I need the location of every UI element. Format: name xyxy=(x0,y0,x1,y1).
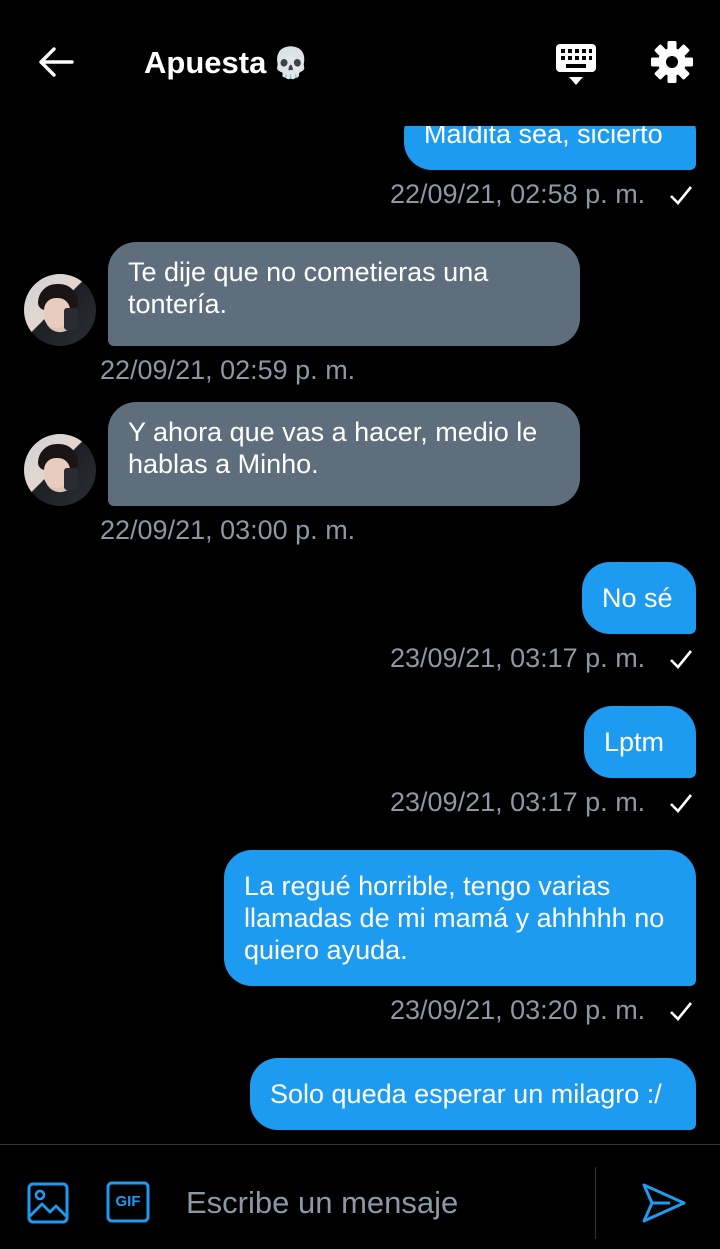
message-bubble-outgoing[interactable]: No sé xyxy=(582,562,696,634)
arrow-left-icon xyxy=(39,47,74,77)
keyboard-icon xyxy=(556,44,596,85)
message-text: Lptm xyxy=(604,727,665,757)
skull-emoji: 💀 xyxy=(272,47,310,80)
message-composer: GIF xyxy=(0,1144,720,1249)
gif-label: GIF xyxy=(115,1193,141,1210)
message-bubble-incoming[interactable]: Te dije que no cometieras una tontería. xyxy=(108,242,580,346)
message-text: La regué horrible, tengo varias llamadas… xyxy=(244,871,665,965)
message-timestamp: 23/09/21, 03:17 p. m. xyxy=(390,787,646,817)
avatar[interactable] xyxy=(24,274,96,346)
back-button[interactable] xyxy=(34,40,78,84)
message-bubble-outgoing[interactable]: La regué horrible, tengo varias llamadas… xyxy=(224,850,696,986)
keyboard-button[interactable] xyxy=(552,40,600,88)
sent-check-icon xyxy=(670,186,693,205)
message-timestamp: 23/09/21, 03:17 p. m. xyxy=(390,643,646,673)
message-timestamp: 22/09/21, 03:00 p. m. xyxy=(100,515,356,545)
message-input[interactable] xyxy=(184,1175,578,1231)
settings-button[interactable] xyxy=(648,38,696,86)
avatar[interactable] xyxy=(24,434,96,506)
sent-check-icon xyxy=(670,794,693,813)
message-timestamp: 22/09/21, 02:59 p. m. xyxy=(100,355,356,385)
conversation-header: Apuesta 💀 xyxy=(0,0,720,126)
conversation-title-text: Apuesta xyxy=(144,45,267,80)
add-image-button[interactable] xyxy=(26,1181,70,1225)
message-list: Maldita sea, sicierto 22/09/21, 02:58 p.… xyxy=(0,0,720,1144)
sent-check-icon xyxy=(670,650,693,669)
composer-divider xyxy=(595,1167,596,1239)
send-button[interactable] xyxy=(640,1181,688,1225)
image-icon xyxy=(27,1182,69,1224)
message-text: Y ahora que vas a hacer, medio le hablas… xyxy=(128,417,538,479)
add-gif-button[interactable]: GIF xyxy=(106,1181,150,1223)
message-text: Solo queda esperar un milagro :/ xyxy=(270,1079,662,1109)
conversation-title[interactable]: Apuesta 💀 xyxy=(144,44,310,83)
message-bubble-incoming[interactable]: Y ahora que vas a hacer, medio le hablas… xyxy=(108,402,580,506)
send-icon xyxy=(642,1183,686,1223)
message-bubble-outgoing[interactable]: Solo queda esperar un milagro :/ xyxy=(250,1058,696,1130)
message-text: Te dije que no cometieras una tontería. xyxy=(128,257,489,319)
message-timestamp: 23/09/21, 03:20 p. m. xyxy=(390,995,646,1025)
message-bubble-outgoing[interactable]: Lptm xyxy=(584,706,696,778)
sent-check-icon xyxy=(670,1002,693,1021)
message-text: No sé xyxy=(602,583,673,613)
gear-icon xyxy=(651,41,693,83)
message-timestamp: 22/09/21, 02:58 p. m. xyxy=(390,179,646,209)
